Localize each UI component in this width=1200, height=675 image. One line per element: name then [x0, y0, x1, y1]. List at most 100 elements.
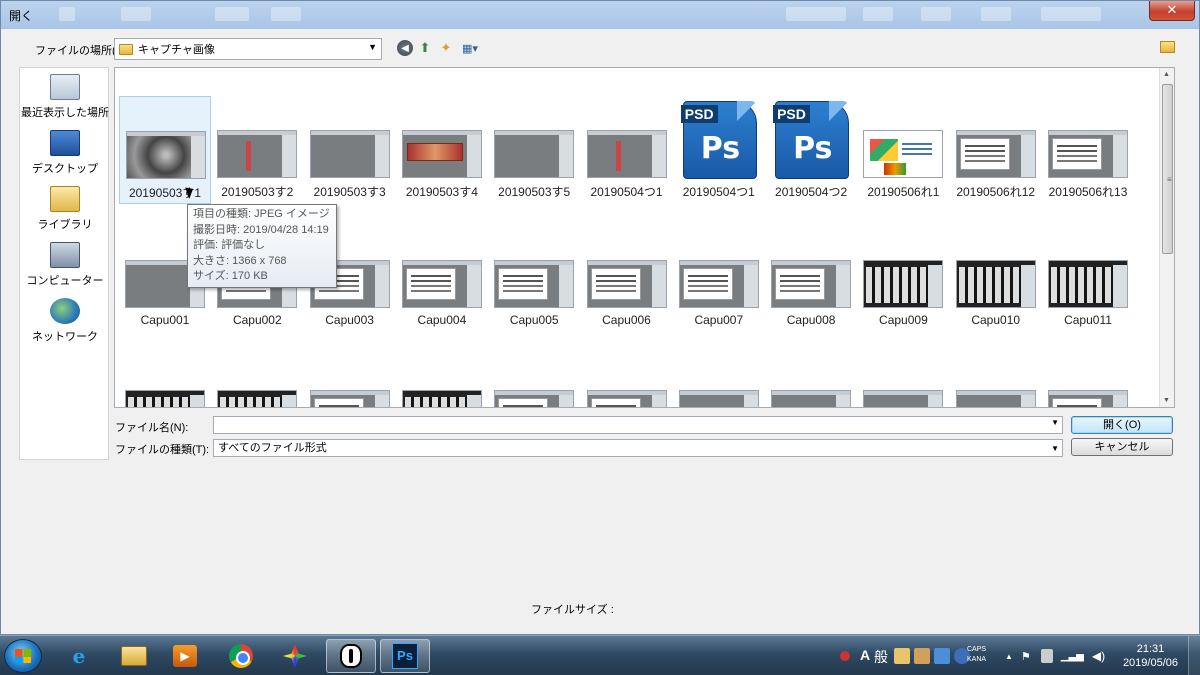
- desktop-icon: [50, 130, 80, 156]
- file-item[interactable]: Capu009: [857, 226, 949, 334]
- file-item[interactable]: PSD Ps 20190504つ1: [673, 96, 765, 204]
- open-button[interactable]: 開く(O): [1071, 416, 1173, 434]
- file-item[interactable]: [119, 356, 211, 407]
- file-item[interactable]: Capu004: [396, 226, 488, 334]
- thumb-panel: [282, 135, 297, 177]
- ime-check-icon[interactable]: [934, 648, 950, 664]
- file-item[interactable]: [1042, 356, 1134, 407]
- folder-icon: [119, 43, 133, 55]
- scroll-up-icon[interactable]: ▲: [1163, 71, 1170, 78]
- dialog-body: ファイルの場所(I): キャプチャ画像 ▼ ◀ ⬆ ✦ ▦▾ 最近表示した場所 …: [1, 29, 1199, 634]
- taskbar-paint[interactable]: [270, 639, 320, 673]
- chevron-down-icon[interactable]: ▼: [1051, 418, 1059, 427]
- lookin-value: キャプチャ画像: [138, 44, 215, 56]
- thumb-panel: [1113, 395, 1127, 407]
- place-desktop[interactable]: デスクトップ: [20, 130, 110, 176]
- file-item[interactable]: [950, 356, 1042, 407]
- system-clock[interactable]: 21:31 2019/05/06: [1123, 642, 1178, 670]
- taskbar-explorer[interactable]: [109, 639, 159, 673]
- up-folder-button[interactable]: ⬆: [416, 39, 434, 57]
- new-folder-button[interactable]: ✦: [437, 39, 455, 57]
- back-button[interactable]: ◀: [397, 40, 413, 56]
- file-item[interactable]: 20190504つ1: [581, 96, 673, 204]
- filename-input[interactable]: ▼: [213, 416, 1063, 434]
- file-item[interactable]: 20190503す1: [119, 96, 211, 204]
- taskbar-photoshop[interactable]: Ps: [380, 639, 430, 673]
- image-thumbnail: [955, 260, 1036, 308]
- file-item[interactable]: 20190506れ1: [857, 96, 949, 204]
- network-icon: [50, 298, 80, 324]
- file-item[interactable]: [765, 356, 857, 407]
- file-item[interactable]: 20190506れ12: [950, 96, 1042, 204]
- lookin-label: ファイルの場所(I):: [35, 45, 126, 57]
- file-item[interactable]: 20190503す4: [396, 96, 488, 204]
- usb-device-icon[interactable]: [1040, 649, 1053, 663]
- file-item[interactable]: [396, 356, 488, 407]
- file-item[interactable]: [857, 356, 949, 407]
- image-thumbnail: [586, 390, 667, 407]
- network-signal-icon[interactable]: ▁▃▅: [1061, 651, 1084, 662]
- blurred-toolbar-item: [863, 7, 893, 21]
- vertical-scrollbar[interactable]: ▲ ≡ ▼: [1159, 68, 1174, 407]
- ime-tool-icon[interactable]: [914, 648, 930, 664]
- file-item[interactable]: [304, 356, 396, 407]
- alert-icon[interactable]: [840, 651, 850, 661]
- file-item[interactable]: Capu011: [1042, 226, 1134, 334]
- file-item[interactable]: 20190503す2: [211, 96, 303, 204]
- file-item[interactable]: 20190503す3: [304, 96, 396, 204]
- image-thumbnail: [401, 130, 482, 178]
- taskbar-chrome[interactable]: [216, 639, 266, 673]
- file-item[interactable]: 20190506れ13: [1042, 96, 1134, 204]
- image-thumbnail: [401, 390, 482, 407]
- photoshop-file-icon: PSD Ps: [680, 101, 757, 179]
- file-item[interactable]: [488, 356, 580, 407]
- place-computer[interactable]: コンピューター: [20, 242, 110, 288]
- scrollbar-thumb[interactable]: ≡: [1162, 84, 1173, 254]
- lookin-combobox[interactable]: キャプチャ画像 ▼: [114, 38, 382, 60]
- ime-mode-icon[interactable]: A: [860, 647, 870, 663]
- place-library[interactable]: ライブラリ: [20, 186, 110, 232]
- file-name-label: Capu004: [417, 313, 467, 327]
- filetype-select[interactable]: すべてのファイル形式 ▼: [213, 439, 1063, 457]
- file-item[interactable]: Capu008: [765, 226, 857, 334]
- system-tray: ▲ ⚑ ▁▃▅ ◀): [1005, 636, 1105, 675]
- action-center-flag-icon[interactable]: ⚑: [1021, 650, 1031, 663]
- thumb-page: [590, 268, 641, 300]
- close-button[interactable]: ✕: [1149, 1, 1195, 21]
- place-label: ライブラリ: [37, 219, 93, 231]
- cancel-button[interactable]: キャンセル: [1071, 438, 1173, 456]
- file-item[interactable]: [581, 356, 673, 407]
- file-item[interactable]: Capu005: [488, 226, 580, 334]
- start-button[interactable]: [4, 639, 42, 673]
- place-network[interactable]: ネットワーク: [20, 298, 110, 344]
- file-name-label: Capu006: [602, 313, 651, 327]
- file-name-label: 20190503す5: [498, 185, 571, 199]
- place-recent[interactable]: 最近表示した場所: [20, 74, 110, 120]
- psd-fold-shape: [736, 101, 757, 121]
- show-hidden-icons-icon[interactable]: ▲: [1005, 652, 1013, 661]
- file-item[interactable]: Capu007: [673, 226, 765, 334]
- ime-tool-icon[interactable]: [894, 648, 910, 664]
- folder-up-corner-icon[interactable]: [1160, 41, 1175, 53]
- file-item[interactable]: [673, 356, 765, 407]
- taskbar-media[interactable]: ▶: [160, 639, 210, 673]
- ime-dictionary-icon[interactable]: 般: [874, 647, 888, 667]
- thumb-panel: [559, 135, 574, 177]
- place-label: ネットワーク: [32, 331, 98, 343]
- file-name-label: Capu002: [232, 313, 282, 327]
- filesize-label: ファイルサイズ :: [531, 604, 614, 616]
- scroll-down-icon[interactable]: ▼: [1163, 397, 1170, 404]
- file-item[interactable]: Capu006: [581, 226, 673, 334]
- file-item[interactable]: 20190503す5: [488, 96, 580, 204]
- psd-tag: PSD: [773, 105, 810, 123]
- view-menu-button[interactable]: ▦▾: [457, 39, 483, 57]
- file-item[interactable]: PSD Ps 20190504つ2: [765, 96, 857, 204]
- file-item[interactable]: [211, 356, 303, 407]
- taskbar-ie[interactable]: e: [54, 639, 104, 673]
- volume-icon[interactable]: ◀): [1092, 649, 1105, 663]
- file-item[interactable]: Capu010: [950, 226, 1042, 334]
- image-thumbnail: [309, 390, 390, 407]
- show-desktop-button[interactable]: [1188, 636, 1200, 675]
- taskbar-inkscape[interactable]: [326, 639, 376, 673]
- image-thumbnail: [1048, 130, 1128, 178]
